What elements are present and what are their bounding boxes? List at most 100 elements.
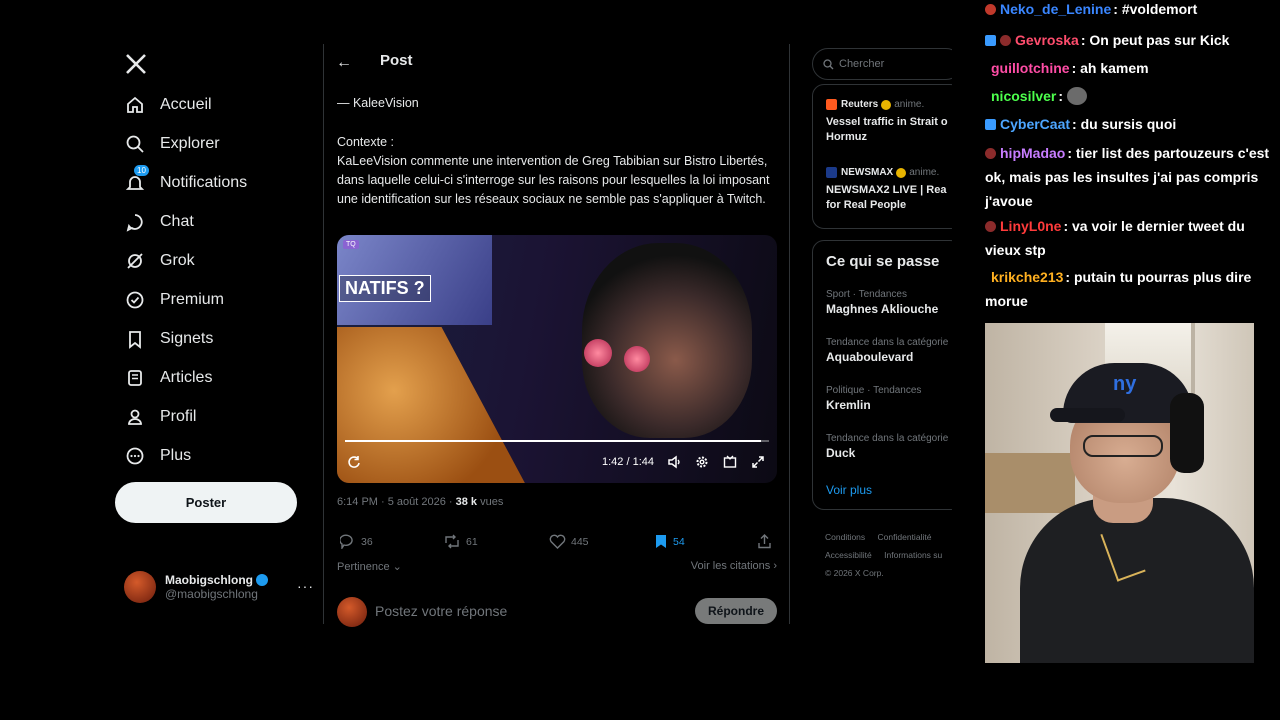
chat-message: krikche213: putain tu pourras plus dire … (985, 265, 1270, 313)
views-label: vues (480, 496, 504, 508)
bookmark-action[interactable]: 54 (654, 534, 685, 549)
video-player[interactable]: NATIFS ? TQ 1:42 / 1:44 (337, 235, 777, 483)
sort-dropdown[interactable]: Pertinence ⌄ (337, 561, 402, 573)
picture-in-picture-icon[interactable] (723, 455, 737, 469)
chat-username: CyberCaat (1000, 116, 1071, 132)
sidebar-item-label: Signets (160, 330, 214, 347)
search-placeholder: Chercher (839, 58, 885, 70)
chat-badge-icon (1000, 35, 1011, 46)
post-timestamp: 6:14 PM · 5 août 2026 · 38 k vues (337, 496, 503, 508)
streamer-body (1020, 498, 1254, 663)
footer-link[interactable]: Informations su (884, 550, 942, 560)
reply-button[interactable]: Répondre (695, 598, 777, 624)
screen-capture: Accueil Explorer 10 Notifications Chat G… (0, 0, 965, 630)
news-source: Reuters (841, 99, 879, 110)
chat-message: nicosilver: (991, 84, 1276, 108)
chat-text: : #voldemort (1113, 1, 1198, 17)
x-logo-icon[interactable] (124, 52, 148, 76)
sidebar-item-premium[interactable]: Premium (124, 286, 224, 314)
footer-copyright: © 2026 X Corp. (825, 568, 884, 578)
sidebar-item-label: Explorer (160, 135, 220, 152)
news-title-line: NEWSMAX2 LIVE | Rea (826, 184, 947, 196)
sidebar-item-explorer[interactable]: Explorer (124, 130, 220, 158)
home-icon (124, 94, 146, 116)
footer-link[interactable]: Accessibilité (825, 550, 872, 560)
news-item[interactable]: NEWSMAX anime. NEWSMAX2 LIVE | Rea for R… (826, 167, 946, 213)
repost-icon (445, 534, 459, 549)
chat-badge-icon (985, 4, 996, 15)
views-count: 38 k (455, 496, 478, 508)
post-time: 6:14 PM · 5 août 2026 · (337, 496, 453, 508)
reply-action[interactable]: 36 (340, 534, 373, 549)
chat-badge-icon (985, 35, 996, 46)
more-dots-icon[interactable]: ··· (297, 578, 314, 594)
sidebar-item-plus[interactable]: Plus (124, 442, 191, 470)
emote-icon (1066, 87, 1087, 105)
page-title: Post (380, 52, 413, 69)
sidebar-item-chat[interactable]: Chat (124, 208, 194, 236)
sidebar-item-signets[interactable]: Signets (124, 325, 213, 353)
avatar (337, 597, 367, 627)
sidebar-item-notifications[interactable]: 10 Notifications (124, 165, 247, 197)
poster-button[interactable]: Poster (115, 482, 297, 523)
reply-input[interactable]: Postez votre réponse (375, 603, 507, 619)
account-switcher[interactable]: Maobigschlong @maobigschlong ··· (124, 570, 314, 604)
chat-message: Neko_de_Lenine: #voldemort (985, 0, 1270, 18)
chat-message: hipMadao: tier list des partouzeurs c'es… (985, 141, 1270, 213)
sidebar-item-label: Articles (160, 369, 213, 386)
chat-text: : ah kamem (1071, 60, 1149, 76)
sidebar-item-grok[interactable]: Grok (124, 247, 195, 275)
chat-username: LinyL0ne (1000, 218, 1062, 234)
view-quotes-link[interactable]: Voir les citations › (691, 560, 777, 572)
chat-message: guillotchine: ah kamem (991, 56, 1276, 80)
verified-icon (256, 574, 268, 586)
sidebar-item-accueil[interactable]: Accueil (124, 91, 212, 119)
account-name: Maobigschlong (165, 573, 253, 587)
settings-gear-icon[interactable] (695, 455, 709, 469)
video-channel-tag: TQ (343, 240, 359, 249)
chat-badge-icon (985, 119, 996, 130)
trend-item[interactable]: Tendance dans la catégorie Duck (826, 433, 948, 460)
repost-action[interactable]: 61 (443, 534, 478, 549)
account-handle: @maobigschlong (165, 587, 258, 601)
chat-message: Gevroska: On peut pas sur Kick (985, 28, 1270, 52)
heart-icon (549, 534, 566, 549)
trend-item[interactable]: Tendance dans la catégorie Aquaboulevard (826, 337, 948, 364)
see-more-link[interactable]: Voir plus (826, 483, 872, 497)
trend-item[interactable]: Politique · Tendances Kremlin (826, 385, 921, 412)
video-controls: 1:42 / 1:44 (337, 453, 777, 475)
volume-icon[interactable] (667, 455, 683, 469)
cap-logo-icon: ny (1113, 373, 1137, 395)
sidebar-item-articles[interactable]: Articles (124, 364, 212, 392)
footer-link[interactable]: Confidentialité (878, 532, 932, 542)
avatar (124, 571, 156, 603)
context-label: Contexte : (337, 135, 394, 149)
footer-link[interactable]: Conditions (825, 532, 865, 542)
like-action[interactable]: 445 (549, 534, 589, 549)
news-item[interactable]: Reuters anime. Vessel traffic in Strait … (826, 99, 948, 145)
fullscreen-icon[interactable] (751, 455, 765, 469)
sidebar-item-profil[interactable]: Profil (124, 403, 196, 431)
trend-item[interactable]: Sport · Tendances Maghnes Akliouche (826, 289, 938, 316)
video-progress-bar[interactable] (345, 440, 769, 442)
sidebar-item-label: Chat (160, 213, 194, 230)
post-context: Contexte : KaLeeVision commente une inte… (337, 133, 782, 209)
search-input[interactable]: Chercher (812, 48, 952, 80)
post-signature: — KaleeVision (337, 96, 419, 110)
chat-icon (124, 211, 146, 233)
sidebar-item-label: Accueil (160, 96, 212, 113)
article-icon (124, 367, 146, 389)
sidebar-nav: Accueil Explorer 10 Notifications Chat G… (110, 44, 315, 624)
bookmark-icon (124, 328, 146, 350)
back-arrow-icon[interactable]: ← (336, 54, 352, 72)
sidebar-item-label: Premium (160, 291, 225, 308)
repost-count: 61 (466, 535, 478, 548)
share-action[interactable] (757, 534, 777, 549)
video-overlay-text: NATIFS ? (339, 275, 431, 302)
trends-title: Ce qui se passe (826, 253, 940, 270)
sort-label: Pertinence (337, 561, 390, 573)
video-time: 1:42 / 1:44 (602, 456, 654, 468)
replay-icon[interactable] (347, 455, 361, 469)
trend-category: Tendance dans la catégorie (826, 433, 949, 444)
sidebar-item-label: Grok (160, 252, 195, 269)
